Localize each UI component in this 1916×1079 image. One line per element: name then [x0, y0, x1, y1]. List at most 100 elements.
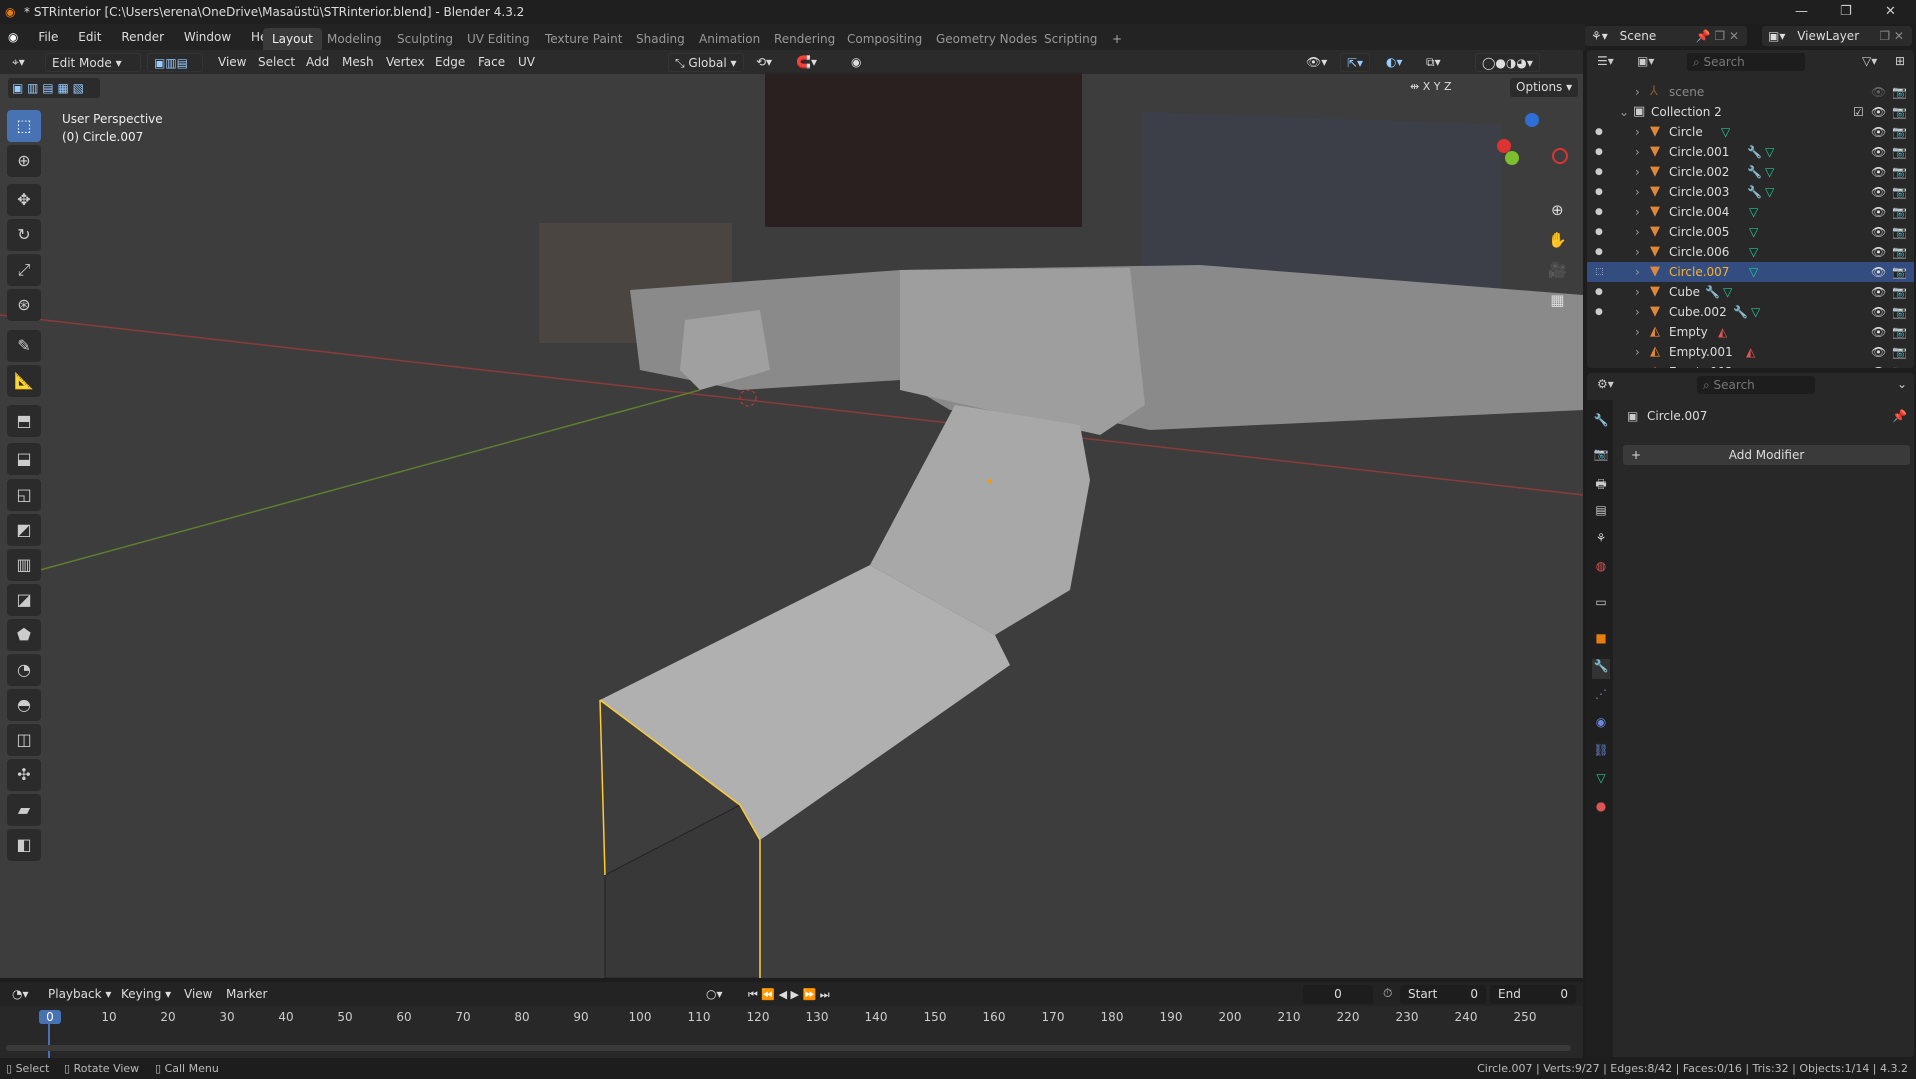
select-mode-icons[interactable]: ▣▥▤	[147, 53, 203, 72]
image-data-icon[interactable]: ◭	[1718, 322, 1727, 342]
tab-modeling[interactable]: Modeling	[318, 28, 391, 50]
render-camera-icon[interactable]: 📷	[1892, 302, 1907, 322]
view-layer-tab-icon[interactable]: ▤	[1592, 503, 1610, 523]
close-button[interactable]: ✕	[1885, 0, 1896, 24]
expand-icon[interactable]: ›	[1635, 302, 1640, 322]
menu-view[interactable]: View	[212, 53, 252, 72]
shading-modes-icon[interactable]: ◯●◑◕▾	[1475, 53, 1540, 72]
menu-edit[interactable]: Edit	[70, 24, 109, 50]
select-box-tool[interactable]: ⬚	[7, 110, 41, 142]
mesh-data-icon[interactable]: ▽	[1749, 242, 1758, 262]
menu-file[interactable]: File	[30, 24, 66, 50]
render-camera-icon[interactable]: 📷	[1892, 122, 1907, 142]
render-camera-icon[interactable]: 📷	[1892, 222, 1907, 242]
render-camera-icon[interactable]: 📷	[1892, 202, 1907, 222]
expand-icon[interactable]: ›	[1635, 242, 1640, 262]
outliner-search-input[interactable]: ⌕ Search	[1687, 53, 1805, 71]
3d-viewport[interactable]: User Perspective (0) Circle.007 ⊕ ✋ 🎥 ▦	[0, 50, 1583, 978]
editor-type-icon[interactable]: ◔▾	[6, 985, 35, 1004]
3d-cursor-icon[interactable]	[739, 389, 757, 407]
dot-icon[interactable]: ●	[1595, 122, 1603, 142]
render-camera-icon[interactable]: 📷	[1892, 342, 1907, 362]
outliner-item-name[interactable]: Circle.006	[1669, 242, 1729, 262]
visibility-eye-icon[interactable]: 👁	[1871, 162, 1886, 182]
outliner-row[interactable]: ● › ▼ Circle.002 🔧 ▽ 👁 📷	[1587, 162, 1914, 182]
options-chevron-icon[interactable]: ⌄	[1897, 377, 1907, 391]
modifier-icon[interactable]: 🔧	[1747, 142, 1762, 162]
extrude-tool[interactable]: ⬓	[7, 443, 41, 475]
overlay-icon[interactable]: ◐▾	[1380, 53, 1409, 72]
mesh-data-icon[interactable]: ▽	[1721, 122, 1730, 142]
menu-face[interactable]: Face	[472, 53, 511, 72]
add-workspace-icon[interactable]: +	[1103, 28, 1131, 50]
outliner-item-name[interactable]: Circle.007	[1669, 262, 1729, 282]
bevel-tool[interactable]: ◩	[7, 514, 41, 546]
tab-compositing[interactable]: Compositing	[838, 28, 931, 50]
tab-layout[interactable]: Layout	[263, 28, 322, 50]
shear-tool[interactable]: ▰	[7, 794, 41, 826]
filter-icon[interactable]: ▽▾	[1862, 54, 1877, 68]
visibility-eye-icon[interactable]: 👁	[1871, 362, 1886, 368]
modifier-tab-icon[interactable]: 🔧	[1592, 659, 1610, 679]
render-camera-icon[interactable]: 📷	[1892, 182, 1907, 202]
knife-tool[interactable]: ◪	[7, 584, 41, 616]
dot-icon[interactable]: ●	[1595, 282, 1603, 302]
tab-sculpting[interactable]: Sculpting	[388, 28, 462, 50]
spin-tool[interactable]: ◔	[7, 654, 41, 686]
expand-icon[interactable]: ›	[1635, 262, 1640, 282]
render-camera-icon[interactable]: 📷	[1892, 242, 1907, 262]
annotate-tool[interactable]: ✎	[7, 330, 41, 362]
mesh-data-icon[interactable]: ▽	[1723, 282, 1732, 302]
edit-mode-icon[interactable]: ⬚	[1595, 262, 1604, 282]
outliner-row[interactable]: › ◭ Empty.002 ◭ 👁 📷	[1587, 362, 1914, 368]
outliner-item-name[interactable]: Circle.001	[1669, 142, 1729, 162]
outliner-item-name[interactable]: Circle.005	[1669, 222, 1729, 242]
outliner-item-name[interactable]: Circle.002	[1669, 162, 1729, 182]
outliner-row[interactable]: ● › ▼ Cube.002 🔧 ▽ 👁 📷	[1587, 302, 1914, 322]
start-frame-field[interactable]: Start 0	[1400, 985, 1486, 1004]
menu-add[interactable]: Add	[300, 53, 335, 72]
inset-tool[interactable]: ◱	[7, 479, 41, 511]
timeline-scrollbar[interactable]	[6, 1045, 1571, 1051]
scene-selector[interactable]: ⚘▾ Scene 📌 ❐ ✕	[1585, 26, 1747, 46]
outliner-row[interactable]: ● › ▼ Circle.004 ▽ 👁 📷	[1587, 202, 1914, 222]
outliner-row[interactable]: › ◭ Empty ◭ 👁 📷	[1587, 322, 1914, 342]
menu-vertex[interactable]: Vertex	[380, 53, 431, 72]
render-camera-icon[interactable]: 📷	[1892, 162, 1907, 182]
camera-view-icon[interactable]: 🎥	[1548, 255, 1567, 285]
modifier-icon[interactable]: 🔧	[1705, 282, 1720, 302]
menu-playback[interactable]: Playback ▾	[42, 985, 117, 1004]
shrink-fatten-tool[interactable]: ✣	[7, 759, 41, 791]
menu-keying[interactable]: Keying ▾	[115, 985, 177, 1004]
gizmo-toggle-icon[interactable]: ⇱▾	[1340, 53, 1371, 72]
visibility-icon[interactable]: 👁▾	[1300, 53, 1333, 72]
edge-slide-tool[interactable]: ◫	[7, 724, 41, 756]
outliner-row[interactable]: › ◭ Empty.001 ◭ 👁 📷	[1587, 342, 1914, 362]
rotate-tool[interactable]: ↻	[7, 219, 41, 251]
selection-mode-buttons[interactable]: ▣ ▥ ▤ ▦ ▧	[8, 78, 100, 98]
menu-edge[interactable]: Edge	[429, 53, 471, 72]
expand-icon[interactable]: ›	[1635, 342, 1640, 362]
transform-orientation-dropdown[interactable]: ⤡ Global ▾	[668, 53, 744, 72]
outliner-item-name[interactable]: Empty	[1669, 322, 1708, 342]
poly-build-tool[interactable]: ⬟	[7, 619, 41, 651]
xray-icon[interactable]: ⧉▾	[1420, 53, 1447, 72]
editor-type-icon[interactable]: ⌖▾	[6, 53, 31, 72]
dot-icon[interactable]: ●	[1595, 142, 1603, 162]
snap-icon[interactable]: 🧲▾	[790, 53, 823, 72]
render-camera-icon[interactable]: 📷	[1892, 362, 1907, 368]
stopwatch-icon[interactable]: ⏱	[1383, 986, 1392, 1001]
expand-icon[interactable]: ›	[1635, 222, 1640, 242]
particles-tab-icon[interactable]: ⋰	[1592, 687, 1610, 707]
expand-icon[interactable]: ›	[1635, 122, 1640, 142]
scene-tab-icon[interactable]: ⚘	[1592, 531, 1610, 551]
world-tab-icon[interactable]: ◍	[1592, 559, 1610, 579]
outliner-row[interactable]: ● › ▼ Circle.005 ▽ 👁 📷	[1587, 222, 1914, 242]
constraints-tab-icon[interactable]: ⛓	[1592, 743, 1610, 763]
mesh-data-icon[interactable]: ▽	[1749, 202, 1758, 222]
gizmo-neg-x[interactable]	[1552, 148, 1568, 164]
visibility-eye-icon[interactable]: 👁	[1871, 302, 1886, 322]
menu-select[interactable]: Select	[252, 53, 301, 72]
mesh-data-icon[interactable]: ▽	[1751, 302, 1760, 322]
visibility-eye-icon[interactable]: 👁	[1871, 202, 1886, 222]
